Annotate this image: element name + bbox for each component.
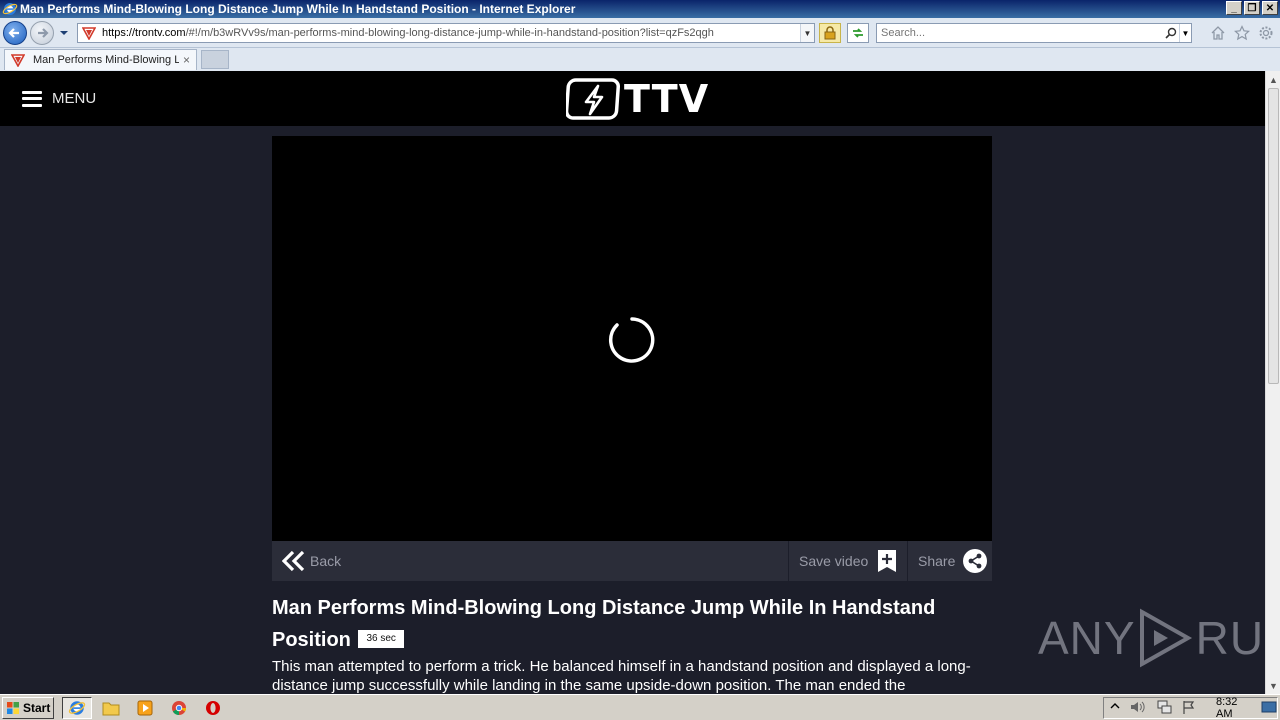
vertical-scrollbar[interactable]: ▲ ▼ <box>1265 71 1280 694</box>
url-host: https://trontv.com <box>102 27 186 39</box>
refresh-button[interactable] <box>847 23 869 43</box>
logo-text: TTV <box>624 77 710 121</box>
browser-toolbar: https://trontv.com/#!/m/b3wRVv9s/man-per… <box>0 18 1280 48</box>
chrome-icon <box>172 701 187 716</box>
site-logo[interactable]: TTV <box>566 76 709 122</box>
bookmark-plus-icon <box>878 550 897 572</box>
security-lock-button[interactable] <box>819 23 841 43</box>
action-center-flag-icon[interactable] <box>1182 700 1196 717</box>
video-description: This man attempted to perform a trick. H… <box>272 658 971 694</box>
volume-icon[interactable] <box>1130 700 1146 717</box>
search-icon[interactable] <box>1163 25 1179 41</box>
settings-gear-icon[interactable] <box>1258 25 1274 41</box>
back-label: Back <box>310 553 342 569</box>
menu-button[interactable]: MENU <box>22 90 96 107</box>
save-video-button[interactable]: Save video <box>788 541 907 581</box>
system-tray: 8:32 AM <box>1103 696 1278 720</box>
search-input[interactable] <box>877 27 1163 39</box>
start-button[interactable]: Start <box>2 697 54 719</box>
url-path: /#!/m/b3wRVv9s/man-performs-mind-blowing… <box>185 27 714 39</box>
share-button[interactable]: Share <box>907 541 992 581</box>
double-chevron-left-icon <box>282 550 305 572</box>
windows-taskbar: Start 8:32 AM <box>0 694 1280 720</box>
new-tab-button[interactable] <box>201 50 229 69</box>
arrow-left-icon <box>8 28 19 38</box>
internet-explorer-icon <box>68 701 86 715</box>
show-hidden-icons-icon[interactable] <box>1110 701 1120 716</box>
page-viewport: MENU TTV Back Save video Share Man Perfo… <box>0 71 1265 694</box>
tab-label: Man Performs Mind-Blowing L... <box>33 54 179 66</box>
share-label: Share <box>918 553 956 569</box>
refresh-icon <box>853 28 863 38</box>
save-video-label: Save video <box>799 553 869 569</box>
scroll-down-arrow-icon[interactable]: ▼ <box>1266 677 1280 694</box>
back-link[interactable]: Back <box>282 550 341 572</box>
back-button[interactable] <box>3 21 27 45</box>
taskbar-clock[interactable]: 8:32 AM <box>1216 696 1251 720</box>
lock-icon <box>824 26 836 40</box>
arrow-right-icon <box>38 28 49 38</box>
taskbar-file-explorer[interactable] <box>96 697 126 719</box>
tab-close-button[interactable]: × <box>183 53 190 67</box>
window-title: Man Performs Mind-Blowing Long Distance … <box>20 2 576 16</box>
taskbar-internet-explorer[interactable] <box>62 697 92 719</box>
video-title: Man Performs Mind-Blowing Long Distance … <box>272 592 992 656</box>
browser-tab-active[interactable]: Man Performs Mind-Blowing L... × <box>4 49 197 70</box>
media-player-icon <box>137 700 153 716</box>
start-label: Start <box>23 701 51 715</box>
tab-favicon-icon <box>11 54 25 67</box>
taskbar-chrome[interactable] <box>164 697 194 719</box>
hamburger-icon <box>22 90 42 107</box>
address-dropdown-button[interactable]: ▼ <box>800 24 814 42</box>
address-bar[interactable]: https://trontv.com/#!/m/b3wRVv9s/man-per… <box>77 23 815 43</box>
network-icon[interactable] <box>1156 700 1172 717</box>
home-icon[interactable] <box>1210 25 1226 41</box>
recent-pages-dropdown-icon[interactable] <box>58 27 70 39</box>
loading-spinner-icon <box>609 317 655 363</box>
taskbar-media-player[interactable] <box>130 697 160 719</box>
windows-flag-icon <box>7 702 19 714</box>
favorites-star-icon[interactable] <box>1234 25 1250 41</box>
watermark-left-text: ANY <box>1038 612 1136 664</box>
video-player[interactable] <box>272 136 992 541</box>
address-url[interactable]: https://trontv.com/#!/m/b3wRVv9s/man-per… <box>102 27 800 39</box>
video-controls-bar: Back Save video Share <box>272 541 992 581</box>
close-window-button[interactable]: ✕ <box>1262 1 1278 15</box>
watermark-right-text: RUN <box>1195 612 1265 664</box>
folder-icon <box>102 702 120 716</box>
show-desktop-icon[interactable] <box>1261 700 1277 717</box>
taskbar-opera[interactable] <box>198 697 228 719</box>
play-triangle-icon <box>1139 608 1192 668</box>
internet-explorer-icon <box>2 3 18 15</box>
tab-strip: Man Performs Mind-Blowing L... × <box>0 48 1280 71</box>
search-box[interactable]: ▼ <box>876 23 1192 43</box>
site-favicon-icon <box>82 27 96 40</box>
tv-lightning-icon <box>566 78 621 120</box>
scrollbar-thumb[interactable] <box>1268 88 1279 384</box>
menu-label: MENU <box>52 90 97 107</box>
share-icon <box>963 549 988 573</box>
restore-button[interactable]: ❐ <box>1244 1 1260 15</box>
window-title-bar: Man Performs Mind-Blowing Long Distance … <box>0 0 1280 18</box>
anyrun-watermark: ANY RUN <box>1038 608 1265 668</box>
opera-icon <box>206 701 220 715</box>
scroll-up-arrow-icon[interactable]: ▲ <box>1266 71 1280 88</box>
forward-button[interactable] <box>30 21 54 45</box>
site-header: MENU TTV <box>0 71 1265 126</box>
duration-badge: 36 sec <box>358 629 404 648</box>
minimize-button[interactable]: _ <box>1226 1 1242 15</box>
search-provider-dropdown[interactable]: ▼ <box>1179 24 1191 42</box>
